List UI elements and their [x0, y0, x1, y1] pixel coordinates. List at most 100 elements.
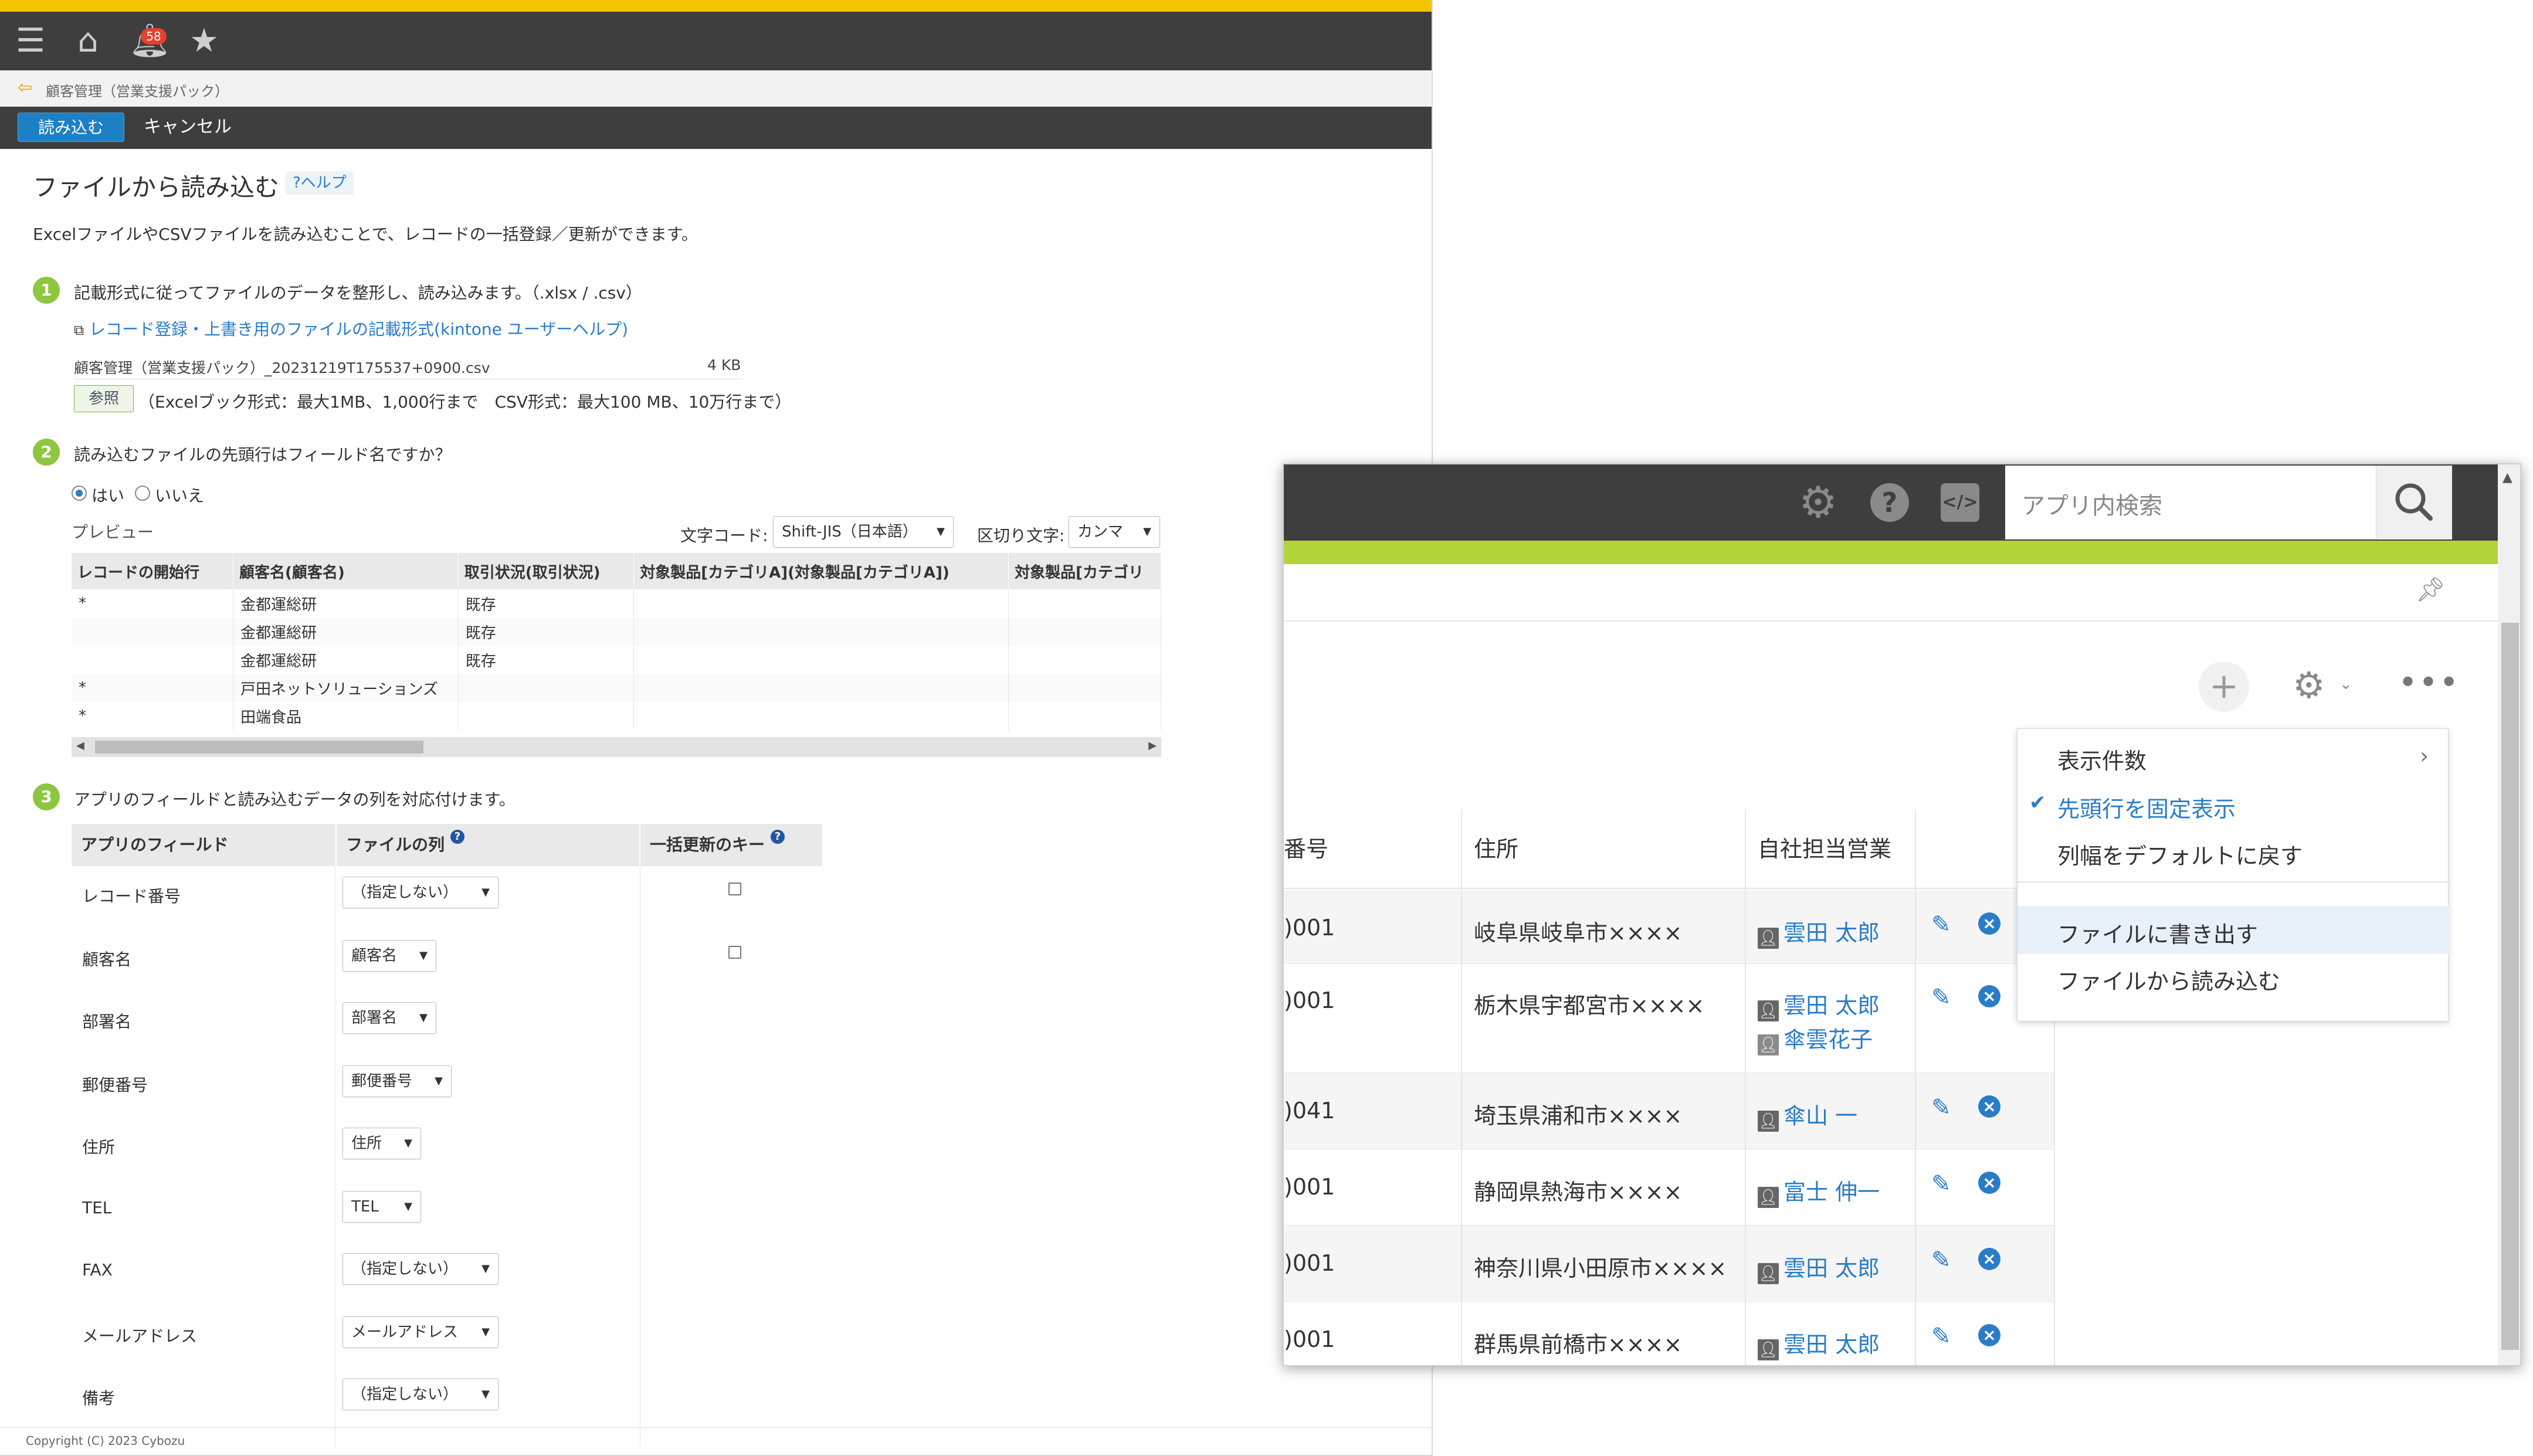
user-icon: 👤︎	[1758, 1263, 1779, 1284]
mapping-column-select[interactable]: （指定しない） ▼	[343, 877, 499, 908]
help-link[interactable]: ?ヘルプ	[286, 171, 354, 195]
record-number: )001	[1284, 1174, 1335, 1200]
more-options-icon[interactable]: •••	[2398, 664, 2460, 702]
menu-item-freeze-header[interactable]: 先頭行を固定表示	[2057, 791, 2236, 823]
table-row[interactable]: )001 栃木県宇都宮市×××× 👤︎ 雲田 太郎 👤︎ 傘雲花子 ✎ ×	[1284, 964, 2055, 1073]
edit-icon[interactable]: ✎	[1931, 984, 1951, 1011]
delete-icon[interactable]: ×	[1978, 1248, 2000, 1270]
table-row[interactable]: )041 埼玉県浦和市×××× 👤︎ 傘山 一 ✎ ×	[1284, 1073, 2055, 1149]
cancel-button[interactable]: キャンセル	[144, 113, 232, 142]
mapping-header-bulk-key-label: 一括更新のキー	[650, 835, 765, 854]
user-link[interactable]: 👤︎ 雲田 太郎	[1758, 1250, 1880, 1284]
help-icon[interactable]: ?	[1870, 483, 1909, 522]
header-row-yes-radio[interactable]	[72, 486, 87, 501]
page-title: ファイルから読み込む	[33, 173, 280, 202]
user-link[interactable]: 👤︎ 富士 伸一	[1758, 1174, 1880, 1208]
mapping-column-select-value: （指定しない）	[351, 1386, 459, 1403]
column-header-address[interactable]: 住所	[1461, 809, 1745, 889]
bulk-key-checkbox[interactable]	[728, 946, 741, 959]
pin-row: 📌︎	[1284, 564, 2498, 622]
delete-icon[interactable]: ×	[1978, 1324, 2000, 1346]
scrollbar-thumb[interactable]	[2501, 623, 2519, 1350]
user-name: 富士 伸一	[1783, 1179, 1880, 1205]
header-row-yes-label: はい	[91, 486, 125, 505]
back-arrow-icon[interactable]: ⇦	[18, 77, 32, 98]
vertical-scrollbar[interactable]: ▲	[2498, 464, 2520, 1365]
edit-icon[interactable]: ✎	[1931, 1094, 1951, 1121]
scroll-up-icon[interactable]: ▲	[2503, 470, 2512, 485]
app-search-input[interactable]: アプリ内検索	[2005, 466, 2381, 539]
bulk-key-checkbox[interactable]	[728, 883, 741, 895]
user-link[interactable]: 👤︎ 傘山 一	[1758, 1098, 1857, 1132]
encoding-select[interactable]: Shift-JIS（日本語） ▼	[773, 516, 954, 548]
table-row[interactable]: )001 静岡県熱海市×××× 👤︎ 富士 伸一 ✎ ×	[1284, 1149, 2055, 1226]
mapping-column-select[interactable]: （指定しない） ▼	[343, 1253, 499, 1285]
search-placeholder: アプリ内検索	[2022, 493, 2162, 520]
delimiter-select[interactable]: カンマ ▼	[1069, 516, 1160, 548]
add-record-button[interactable]: +	[2199, 661, 2249, 712]
format-help-link[interactable]: ⧉ レコード登録・上書き用のファイルの記載形式(kintone ユーザーヘルプ)	[74, 317, 628, 340]
delete-icon[interactable]: ×	[1978, 1095, 2000, 1118]
preview-horizontal-scrollbar[interactable]: ◀ ▶	[72, 737, 1161, 757]
edit-icon[interactable]: ✎	[1931, 1247, 1951, 1274]
preview-cell	[1008, 617, 1161, 646]
scrollbar-thumb[interactable]	[95, 741, 423, 754]
scroll-left-icon[interactable]: ◀	[76, 739, 84, 752]
settings-gear-icon[interactable]: ⚙	[2293, 664, 2325, 707]
delete-icon[interactable]: ×	[1978, 985, 2000, 1007]
help-icon[interactable]: ?	[450, 830, 465, 844]
delimiter-label: 区切り文字:	[977, 526, 1065, 545]
mapping-column-select[interactable]: 住所 ▼	[343, 1128, 421, 1159]
user-icon: 👤︎	[1758, 1034, 1779, 1055]
mapping-column-select[interactable]: TEL ▼	[343, 1191, 421, 1223]
delete-icon[interactable]: ×	[1978, 1172, 2000, 1194]
breadcrumb-app-link[interactable]: 顧客管理（営業支援パック）	[46, 80, 229, 100]
delete-icon[interactable]: ×	[1978, 912, 2000, 935]
preview-cell: 戸田ネットソリューションズ	[233, 674, 459, 702]
menu-item-reset-column-width[interactable]: 列幅をデフォルトに戻す	[2057, 838, 2303, 870]
search-button[interactable]	[2376, 466, 2452, 539]
column-header-sales[interactable]: 自社担当営業	[1745, 809, 1915, 889]
help-icon[interactable]: ?	[771, 830, 785, 844]
column-header-number[interactable]: 番号	[1284, 809, 1461, 889]
user-name: 傘山 一	[1783, 1103, 1858, 1129]
header-row-no-radio[interactable]	[135, 486, 150, 501]
mapping-column-select[interactable]: メールアドレス ▼	[343, 1316, 499, 1348]
menu-item-records-per-page[interactable]: 表示件数	[2057, 743, 2147, 775]
home-icon[interactable]: ⌂	[70, 23, 106, 59]
chevron-down-icon: ▼	[404, 1137, 412, 1149]
browse-button[interactable]: 参照	[74, 385, 134, 412]
code-icon[interactable]: </>	[1941, 483, 1979, 522]
edit-icon[interactable]: ✎	[1931, 911, 1951, 938]
file-import-window: ☰ ⌂ 🔔︎ 58 ★ ⇦ 顧客管理（営業支援パック） 読み込む キャンセル フ…	[0, 0, 1433, 1456]
column-divider	[1461, 809, 1462, 1365]
star-icon[interactable]: ★	[187, 23, 222, 59]
edit-icon[interactable]: ✎	[1931, 1323, 1951, 1350]
menu-item-export-file[interactable]: ファイルに書き出す	[2057, 917, 2258, 949]
selected-file-name: 顧客管理（営業支援パック）_20231219T175537+0900.csv	[74, 359, 490, 376]
table-row[interactable]: )001 群馬県前橋市×××× 👤︎ 雲田 太郎 ✎ ×	[1284, 1302, 2055, 1365]
record-number: )041	[1284, 1098, 1335, 1124]
menu-icon[interactable]: ☰	[13, 23, 48, 59]
scroll-right-icon[interactable]: ▶	[1148, 739, 1157, 752]
record-address: 栃木県宇都宮市××××	[1474, 993, 1705, 1019]
edit-icon[interactable]: ✎	[1931, 1170, 1951, 1197]
menu-item-import-file[interactable]: ファイルから読み込む	[2057, 963, 2280, 996]
load-button[interactable]: 読み込む	[18, 113, 124, 142]
mapping-column-select-value: メールアドレス	[351, 1323, 459, 1341]
gear-icon[interactable]: ⚙	[1799, 481, 1837, 524]
mapping-column-select[interactable]: （指定しない） ▼	[343, 1379, 499, 1410]
mapping-column-select[interactable]: 顧客名 ▼	[343, 940, 436, 972]
table-row[interactable]: )001 岐阜県岐阜市×××× 👤︎ 雲田 太郎 ✎ ×	[1284, 890, 2055, 964]
user-link[interactable]: 👤︎ 雲田 太郎	[1758, 987, 1880, 1021]
mapping-column-select[interactable]: 郵便番号 ▼	[343, 1065, 452, 1097]
user-link[interactable]: 👤︎ 雲田 太郎	[1758, 1326, 1880, 1360]
preview-cell: 金都運総研	[233, 617, 459, 646]
chevron-down-icon[interactable]: ⌄	[2339, 676, 2352, 693]
mapping-column-select[interactable]: 部署名 ▼	[343, 1002, 436, 1034]
user-link[interactable]: 👤︎ 傘雲花子	[1758, 1021, 1873, 1055]
preview-cell	[633, 674, 1009, 702]
user-link[interactable]: 👤︎ 雲田 太郎	[1758, 915, 1880, 949]
pin-icon[interactable]: 📌︎	[2416, 576, 2446, 603]
table-row[interactable]: )001 神奈川県小田原市×××× 👤︎ 雲田 太郎 ✎ ×	[1284, 1226, 2055, 1302]
